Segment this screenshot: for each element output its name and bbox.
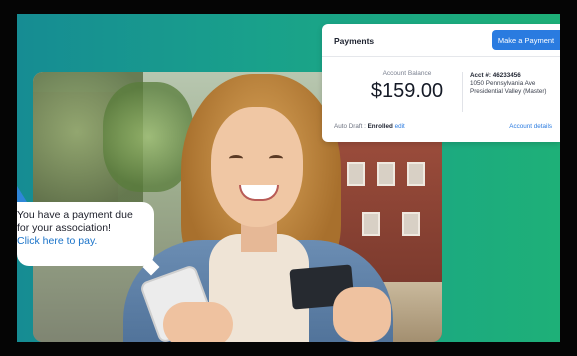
message-line-2: for your association! [17,222,111,234]
balance-amount: $159.00 [370,80,444,102]
message-line-1: You have a payment due [17,209,133,221]
make-payment-button[interactable]: Make a Payment [492,30,560,50]
pay-link[interactable]: Click here to pay. [17,235,150,248]
autodraft-status: Auto Draft : Enrolled edit [334,123,405,130]
payments-title: Payments [334,36,375,46]
edit-link[interactable]: edit [395,123,405,130]
account-info: Acct #: 46233456 1050 Pennsylvania Ave P… [470,72,547,96]
address-line-2: Presidential Valley (Master) [470,88,547,95]
autodraft-label: Auto Draft : [334,123,366,130]
address-line-1: 1050 Pennsylvania Ave [470,80,536,87]
hero-banner: You have a payment due for your associat… [17,14,560,342]
vertical-divider [462,72,463,112]
balance-label: Account Balance [382,70,432,77]
payment-due-message[interactable]: You have a payment due for your associat… [17,202,154,266]
autodraft-value: Enrolled [367,123,393,130]
divider [322,56,560,57]
account-details-link[interactable]: Account details [509,123,552,130]
account-number: Acct #: 46233456 [470,72,521,79]
bubble-tail [17,186,27,202]
payments-card: Payments Make a Payment Account Balance … [322,24,560,142]
